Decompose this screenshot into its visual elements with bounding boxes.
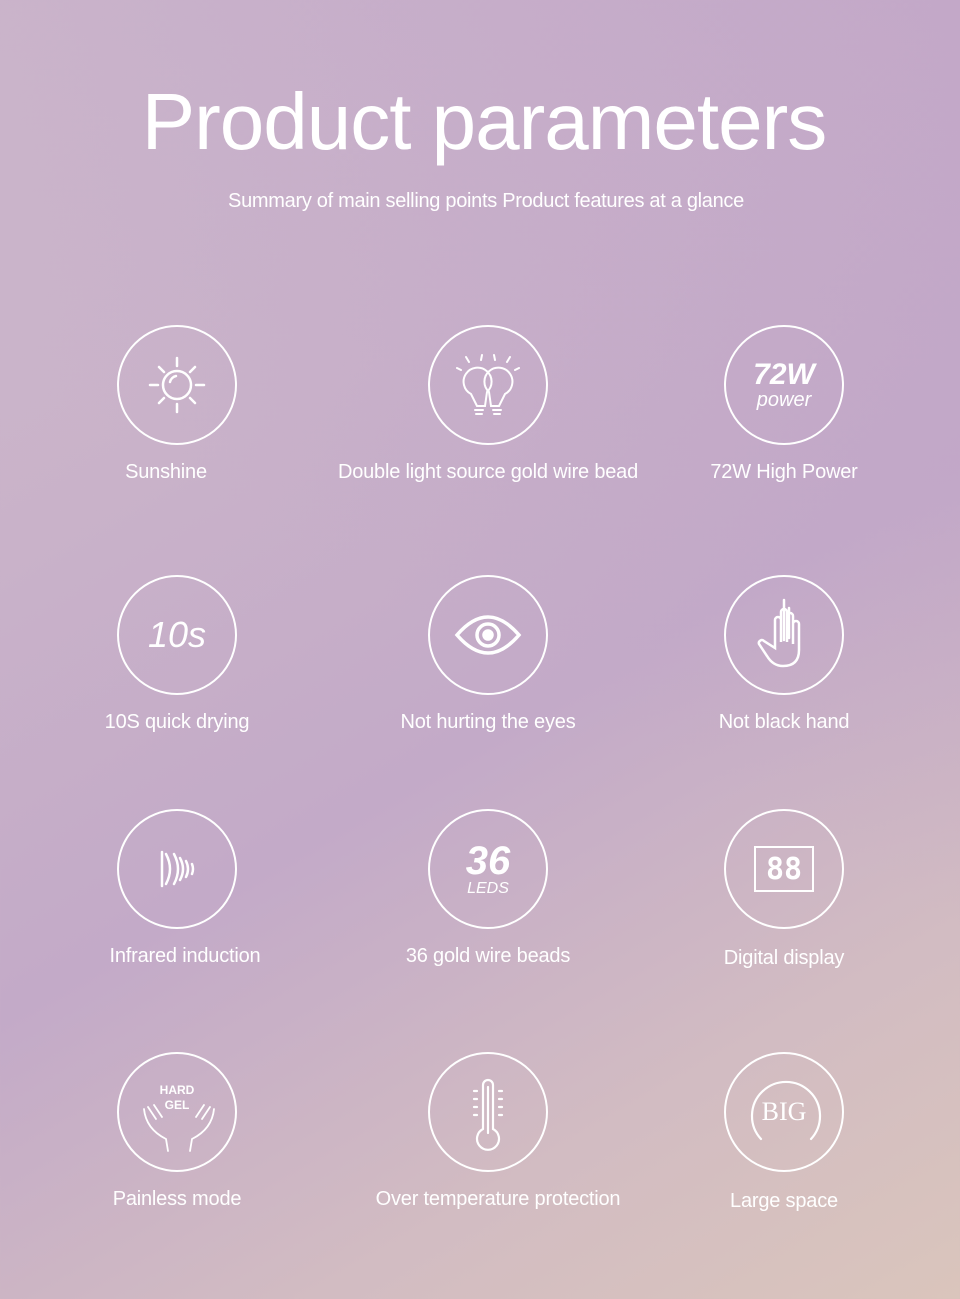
icon-text: HARD: [159, 1083, 195, 1097]
page-subtitle: Summary of main selling points Product f…: [228, 190, 744, 212]
feature-10s: 10s 10S quick drying: [0, 575, 357, 734]
feature-label: Infrared induction: [109, 945, 261, 967]
hand-icon: [724, 575, 844, 695]
feature-painless: HARD GEL Painless mode: [0, 1052, 357, 1211]
feature-label: Not black hand: [718, 711, 850, 733]
feature-infrared: Infrared induction: [0, 809, 357, 968]
feature-sunshine: Sunshine: [0, 325, 357, 484]
feature-label: Digital display: [723, 947, 845, 969]
infrared-icon: [117, 809, 237, 929]
icon-text: 88: [754, 846, 814, 892]
feature-hand: Not black hand: [604, 575, 960, 734]
feature-large-space: BIG Large space: [604, 1052, 960, 1213]
feature-label: 72W High Power: [710, 461, 858, 483]
eye-icon: [428, 575, 548, 695]
icon-text: 72W: [753, 358, 815, 391]
timer-10s-icon: 10s: [117, 575, 237, 695]
digital-display-icon: 88: [724, 809, 844, 929]
feature-label: Painless mode: [112, 1188, 242, 1210]
sun-icon: [117, 325, 237, 445]
feature-digital-display: 88 Digital display: [604, 809, 960, 970]
leds-36-icon: 36 LEDS: [428, 809, 548, 929]
icon-subtext: GEL: [164, 1098, 190, 1112]
icon-text: BIG: [761, 1097, 807, 1126]
feature-label: Large space: [730, 1190, 838, 1212]
feature-label: Sunshine: [125, 461, 207, 483]
big-space-icon: BIG: [724, 1052, 844, 1172]
icon-text: 10s: [147, 614, 207, 655]
thermometer-icon: [428, 1052, 548, 1172]
feature-label: 10S quick drying: [104, 711, 250, 733]
power-72w-icon: 72W power: [724, 325, 844, 445]
double-bulb-icon: [428, 325, 548, 445]
page-title: Product parameters: [141, 77, 828, 166]
hands-hard-gel-icon: HARD GEL: [117, 1052, 237, 1172]
icon-subtext: LEDS: [467, 880, 509, 897]
icon-subtext: power: [756, 389, 812, 411]
icon-text: 36: [465, 839, 511, 883]
feature-72w: 72W power 72W High Power: [604, 325, 960, 484]
